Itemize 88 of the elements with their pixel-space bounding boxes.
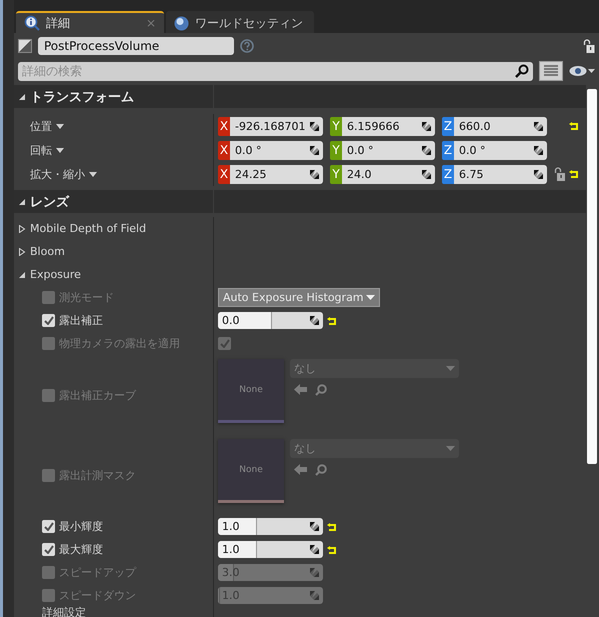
actor-icon	[18, 39, 32, 53]
drag-handle-icon[interactable]	[310, 122, 319, 130]
search-icon[interactable]	[515, 64, 529, 78]
property-label: 物理カメラの露出を適用	[59, 336, 180, 351]
dropdown-arrow-icon[interactable]	[89, 172, 97, 176]
group-label[interactable]: Mobile Depth of Field	[30, 222, 146, 235]
axis-label: Z	[442, 164, 454, 184]
tab[interactable]: ワールドセッティン	[166, 11, 314, 33]
collapsed-arrow-icon[interactable]	[18, 224, 26, 232]
scrollbar[interactable]	[587, 89, 597, 464]
vector-field[interactable]: 0.0 °	[454, 140, 547, 160]
reset-arrow-icon[interactable]	[327, 546, 336, 554]
dropdown-arrow-icon[interactable]	[56, 148, 64, 152]
drag-handle-icon[interactable]	[534, 170, 543, 178]
drag-handle-icon[interactable]	[534, 146, 543, 154]
property-label: 測光モード	[59, 290, 114, 305]
property-label: 最小輝度	[59, 519, 103, 534]
drag-handle-icon[interactable]	[534, 122, 543, 130]
axis-label: X	[218, 116, 230, 136]
property-label: 露出計測マスク	[59, 468, 136, 482]
property-label: スピードダウン	[59, 588, 136, 603]
drag-handle-icon[interactable]	[310, 591, 319, 600]
actor-name-field[interactable]: PostProcessVolume	[38, 37, 234, 55]
caret-icon	[366, 295, 375, 300]
drag-handle-icon[interactable]	[310, 568, 319, 577]
lock-icon[interactable]	[583, 39, 595, 53]
property-label: 位置	[30, 118, 52, 134]
drag-handle-icon[interactable]	[310, 522, 319, 531]
lock-icon[interactable]	[554, 167, 565, 181]
group-label[interactable]: Bloom	[30, 245, 65, 258]
vector-field[interactable]: 6.159666	[342, 116, 435, 136]
search-field[interactable]: 詳細の検索	[18, 62, 533, 80]
section-title[interactable]: トランスフォーム	[30, 88, 134, 106]
property-label: 最大輝度	[59, 542, 103, 557]
reset-arrow-icon[interactable]	[569, 122, 578, 130]
checkbox[interactable]	[42, 520, 55, 533]
dropdown-arrow-icon[interactable]	[56, 124, 64, 128]
drag-handle-icon[interactable]	[310, 545, 319, 554]
vector-field[interactable]: -926.168701	[230, 116, 323, 136]
axis-label: Z	[442, 116, 454, 136]
collapsed-arrow-icon[interactable]	[18, 248, 26, 256]
reset-arrow-icon[interactable]	[327, 522, 336, 530]
vector-field[interactable]: 24.25	[230, 164, 323, 184]
number-field[interactable]: 1.0	[218, 541, 323, 558]
checkbox[interactable]	[42, 314, 55, 327]
vector-field[interactable]: 24.0	[342, 164, 435, 184]
vector-field[interactable]: 6.75	[454, 164, 547, 184]
globe-icon	[174, 16, 189, 30]
eye-icon[interactable]	[569, 65, 595, 77]
drag-handle-icon[interactable]	[422, 146, 431, 154]
reset-arrow-icon[interactable]	[327, 316, 336, 324]
axis-label: Y	[330, 164, 342, 184]
number-field[interactable]: 1.0	[218, 518, 323, 535]
property-label: スピードアップ	[59, 565, 136, 580]
axis-label: Z	[442, 140, 454, 160]
drag-handle-icon[interactable]	[422, 170, 431, 178]
info-magnifier-icon	[24, 15, 40, 31]
left-arrow-icon[interactable]	[294, 384, 307, 395]
property-label: 露出補正カーブ	[59, 388, 136, 402]
vector-field[interactable]: 0.0 °	[230, 140, 323, 160]
vector-field[interactable]: 0.0 °	[342, 140, 435, 160]
caret-icon	[446, 446, 455, 451]
reset-arrow-icon[interactable]	[569, 170, 578, 178]
drag-handle-icon[interactable]	[310, 146, 319, 154]
tab[interactable]: 詳細 ×	[16, 11, 164, 33]
left-arrow-icon[interactable]	[294, 464, 307, 475]
list-icon	[544, 65, 558, 77]
expanded-arrow-icon[interactable]	[18, 92, 26, 100]
group-label[interactable]: Exposure	[30, 268, 81, 281]
caret-icon	[446, 366, 455, 371]
axis-label: X	[218, 164, 230, 184]
vector-field[interactable]: 660.0	[454, 116, 547, 136]
drag-handle-icon[interactable]	[310, 170, 319, 178]
axis-label: X	[218, 140, 230, 160]
drag-handle-icon[interactable]	[422, 122, 431, 130]
axis-label: Y	[330, 116, 342, 136]
axis-label: Y	[330, 140, 342, 160]
property-label: 拡大・縮小	[30, 166, 85, 182]
help-icon[interactable]	[240, 39, 254, 53]
drag-handle-icon[interactable]	[310, 316, 319, 325]
number-field[interactable]: 0.0	[218, 312, 323, 329]
property-label: 回転	[30, 142, 52, 158]
expanded-arrow-icon[interactable]	[18, 270, 26, 278]
checkbox[interactable]	[42, 543, 55, 556]
property-label: 露出補正	[59, 313, 103, 328]
expanded-arrow-icon[interactable]	[18, 198, 26, 206]
section-title[interactable]: レンズ	[30, 192, 69, 210]
view-options-button[interactable]	[539, 61, 563, 81]
